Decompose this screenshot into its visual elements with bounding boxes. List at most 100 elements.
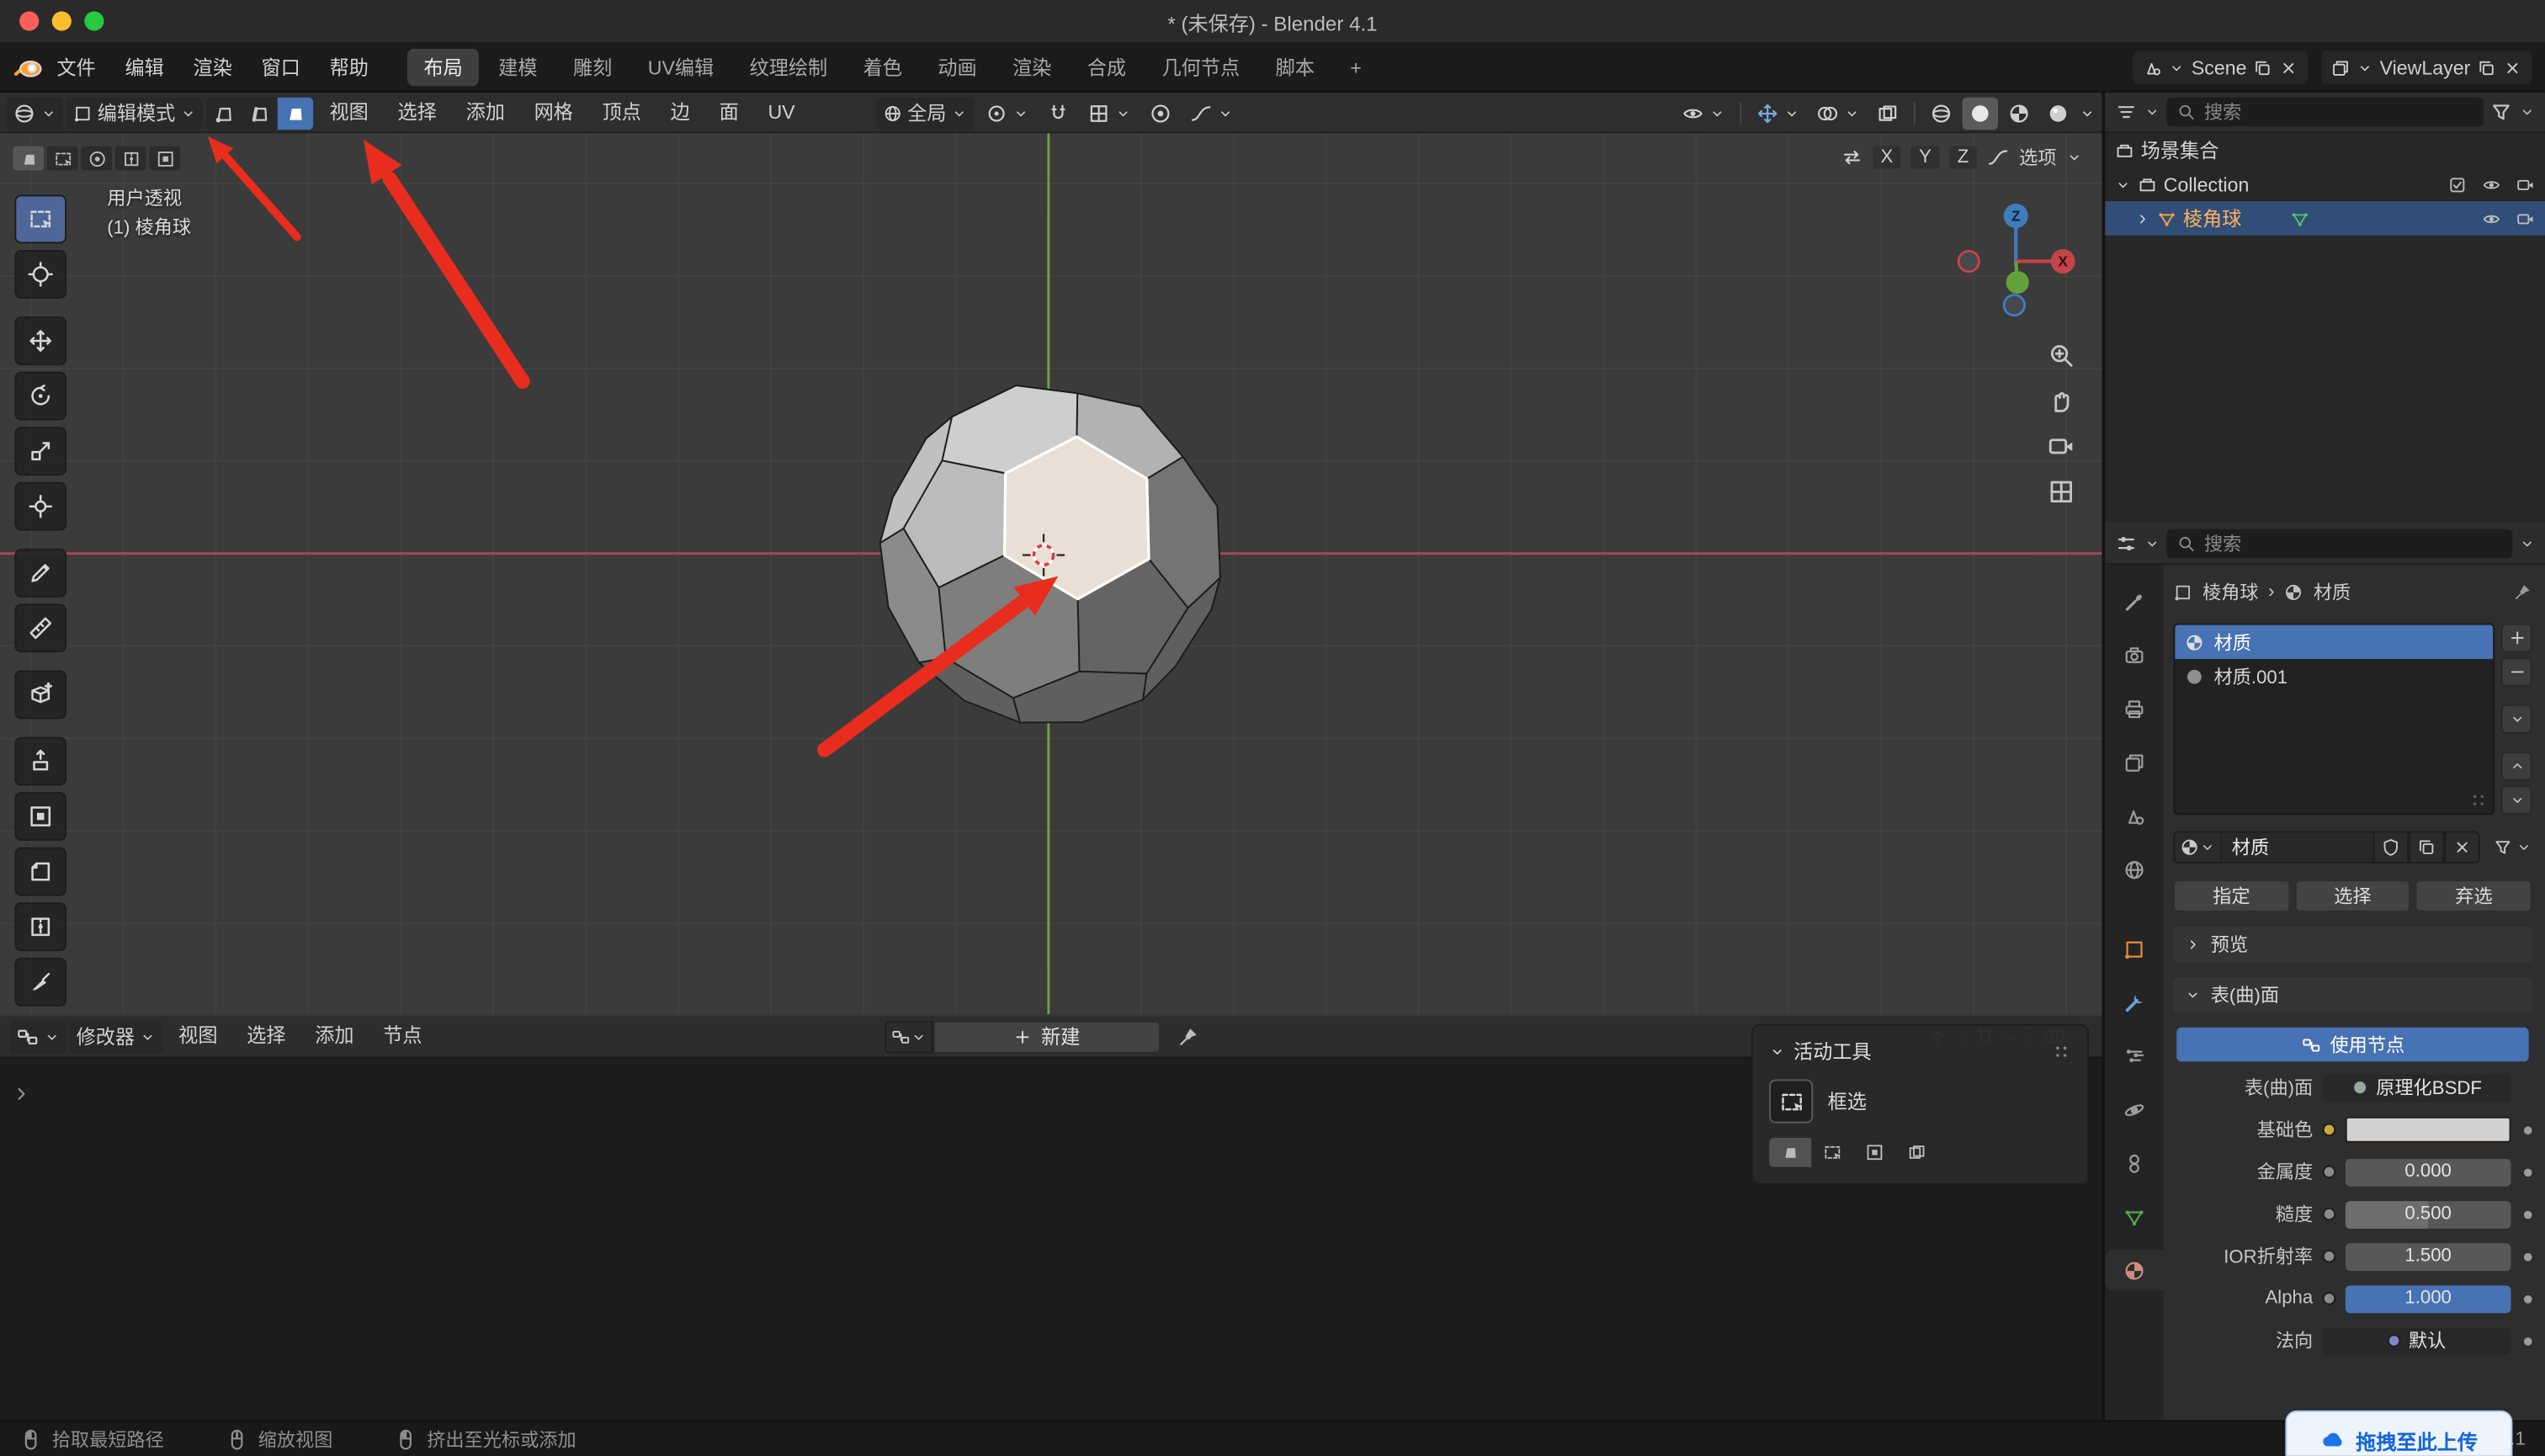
properties-search-input[interactable]: 搜索 bbox=[2166, 528, 2513, 558]
menu-mesh[interactable]: 网格 bbox=[521, 93, 586, 133]
tool-bevel[interactable] bbox=[14, 847, 67, 896]
outliner-search-input[interactable]: 搜索 bbox=[2166, 97, 2484, 127]
breadcrumb-object[interactable]: 棱角球 bbox=[2202, 579, 2259, 605]
ior-slider[interactable]: 1.500 bbox=[2345, 1242, 2511, 1271]
keyframe-dot[interactable] bbox=[2523, 1209, 2532, 1219]
menu-node[interactable]: 节点 bbox=[370, 1016, 435, 1056]
blender-logo-icon[interactable] bbox=[13, 53, 42, 82]
expand-icon[interactable] bbox=[2115, 176, 2131, 192]
zoom-button[interactable] bbox=[2047, 341, 2076, 370]
expand-icon[interactable] bbox=[2134, 210, 2150, 226]
duplicate-material-button[interactable] bbox=[2408, 831, 2445, 864]
material-filter-dropdown[interactable] bbox=[2493, 837, 2532, 857]
checkbox-icon[interactable] bbox=[2447, 174, 2467, 194]
tab-world[interactable] bbox=[2105, 849, 2163, 890]
menu-edit[interactable]: 编辑 bbox=[110, 43, 178, 92]
ortho-toggle-button[interactable] bbox=[2047, 477, 2076, 507]
edge-select-button[interactable] bbox=[242, 97, 277, 130]
tool-inset-faces[interactable] bbox=[14, 792, 67, 841]
shading-solid-button[interactable] bbox=[1962, 96, 1999, 130]
select-circle-button[interactable] bbox=[81, 146, 113, 171]
mode-extend-button[interactable] bbox=[1811, 1138, 1853, 1167]
keyframe-dot[interactable] bbox=[2523, 1294, 2532, 1303]
tab-physics[interactable] bbox=[2105, 1089, 2163, 1129]
tab-scene[interactable] bbox=[2105, 795, 2163, 836]
tab-modifiers[interactable] bbox=[2105, 982, 2163, 1023]
mirror-z-toggle[interactable]: Z bbox=[1949, 146, 1977, 169]
tool-annotate[interactable] bbox=[14, 548, 67, 598]
roughness-slider[interactable]: 0.500 bbox=[2345, 1200, 2511, 1228]
workspace-tab-sculpting[interactable]: 雕刻 bbox=[557, 49, 629, 86]
tab-particles[interactable] bbox=[2105, 1035, 2163, 1076]
viewlayer-selector[interactable]: ViewLayer bbox=[2321, 50, 2532, 85]
surface-panel-header[interactable]: 表(曲)面 bbox=[2173, 976, 2532, 1013]
node-tree-type-dropdown[interactable]: 修改器 bbox=[69, 1020, 162, 1053]
menu-window[interactable]: 窗口 bbox=[247, 43, 315, 92]
viewport-navigation-gizmo[interactable]: Z X bbox=[1956, 196, 2076, 320]
orientation-dropdown[interactable]: 全局 bbox=[876, 96, 975, 130]
keyframe-dot[interactable] bbox=[2523, 1167, 2532, 1177]
mode-intersect-button[interactable] bbox=[1896, 1138, 1938, 1167]
pivot-dropdown[interactable] bbox=[979, 97, 1035, 130]
menu-file[interactable]: 文件 bbox=[42, 43, 110, 92]
tool-transform[interactable] bbox=[14, 481, 67, 531]
keyframe-dot[interactable] bbox=[2523, 1125, 2532, 1135]
assign-button[interactable]: 指定 bbox=[2173, 879, 2290, 912]
select-paint-button[interactable] bbox=[149, 146, 181, 171]
tool-scale[interactable] bbox=[14, 427, 67, 476]
tool-measure[interactable] bbox=[14, 603, 67, 653]
render-visibility-icon[interactable] bbox=[2516, 174, 2535, 194]
correct-face-icon[interactable] bbox=[1987, 146, 2010, 169]
pan-hand-button[interactable] bbox=[2047, 386, 2076, 416]
preview-panel-header[interactable]: 预览 bbox=[2173, 927, 2532, 963]
workspace-tab-geometrynodes[interactable]: 几何节点 bbox=[1145, 49, 1256, 86]
select-button[interactable]: 选择 bbox=[2294, 879, 2411, 912]
show-overlays-dropdown[interactable] bbox=[1809, 97, 1867, 130]
collapse-icon[interactable] bbox=[1769, 1043, 1785, 1059]
menu-render[interactable]: 渲染 bbox=[178, 43, 247, 92]
outliner-row-collection[interactable]: Collection bbox=[2105, 167, 2545, 202]
use-nodes-button[interactable]: 使用节点 bbox=[2176, 1027, 2529, 1062]
workspace-tab-modeling[interactable]: 建模 bbox=[482, 49, 554, 86]
menu-add[interactable]: 添加 bbox=[302, 1016, 367, 1056]
new-nodetree-button[interactable]: 新建 bbox=[932, 1020, 1161, 1053]
editor-type-dropdown[interactable] bbox=[9, 1020, 67, 1053]
outliner-editor-icon[interactable] bbox=[2115, 101, 2138, 124]
toggle-xray-button[interactable] bbox=[1870, 97, 1905, 130]
select-tweak-button[interactable] bbox=[13, 146, 45, 171]
move-slot-down-button[interactable] bbox=[2500, 785, 2532, 816]
tab-output[interactable] bbox=[2105, 688, 2163, 729]
alpha-slider[interactable]: 1.000 bbox=[2345, 1284, 2511, 1313]
workspace-tab-rendering[interactable]: 渲染 bbox=[996, 49, 1068, 86]
tool-3d-cursor[interactable] bbox=[14, 249, 67, 299]
shading-rendered-button[interactable] bbox=[2040, 97, 2075, 130]
shading-dropdown-icon[interactable] bbox=[2079, 104, 2095, 120]
tab-constraints[interactable] bbox=[2105, 1143, 2163, 1183]
normal-selector[interactable]: 默认 bbox=[2322, 1326, 2511, 1355]
proportional-edit-toggle[interactable] bbox=[1143, 97, 1178, 130]
tab-material[interactable] bbox=[2105, 1249, 2164, 1291]
menu-edge[interactable]: 边 bbox=[657, 93, 703, 133]
menu-view[interactable]: 视图 bbox=[316, 93, 381, 133]
menu-vertex[interactable]: 顶点 bbox=[589, 93, 654, 133]
tab-object[interactable] bbox=[2105, 928, 2163, 969]
tab-render[interactable] bbox=[2105, 635, 2163, 675]
material-slot-row[interactable]: 材质 bbox=[2175, 624, 2494, 659]
upload-overlay[interactable]: 拖拽至此上传 bbox=[2285, 1410, 2513, 1456]
tab-object-data[interactable] bbox=[2105, 1196, 2163, 1236]
shading-wireframe-button[interactable] bbox=[1923, 97, 1958, 130]
menu-select[interactable]: 选择 bbox=[385, 93, 449, 133]
options-dropdown[interactable]: 选项 bbox=[2019, 145, 2056, 171]
workspace-tab-compositing[interactable]: 合成 bbox=[1071, 49, 1143, 86]
face-select-button[interactable] bbox=[277, 96, 314, 130]
show-gizmo-dropdown[interactable] bbox=[1750, 97, 1807, 130]
gizmo-y-axis[interactable] bbox=[2006, 271, 2029, 295]
tab-view-layer[interactable] bbox=[2105, 741, 2163, 782]
mode-set-button[interactable] bbox=[1769, 1137, 1812, 1167]
tab-tool[interactable] bbox=[2105, 581, 2163, 621]
gizmo-negative-z-axis[interactable] bbox=[2002, 293, 2026, 317]
tool-move[interactable] bbox=[14, 316, 67, 365]
box-select-tool-button[interactable] bbox=[1769, 1079, 1814, 1124]
browse-nodetree-dropdown[interactable] bbox=[885, 1020, 933, 1053]
deselect-button[interactable]: 弃选 bbox=[2415, 879, 2532, 912]
